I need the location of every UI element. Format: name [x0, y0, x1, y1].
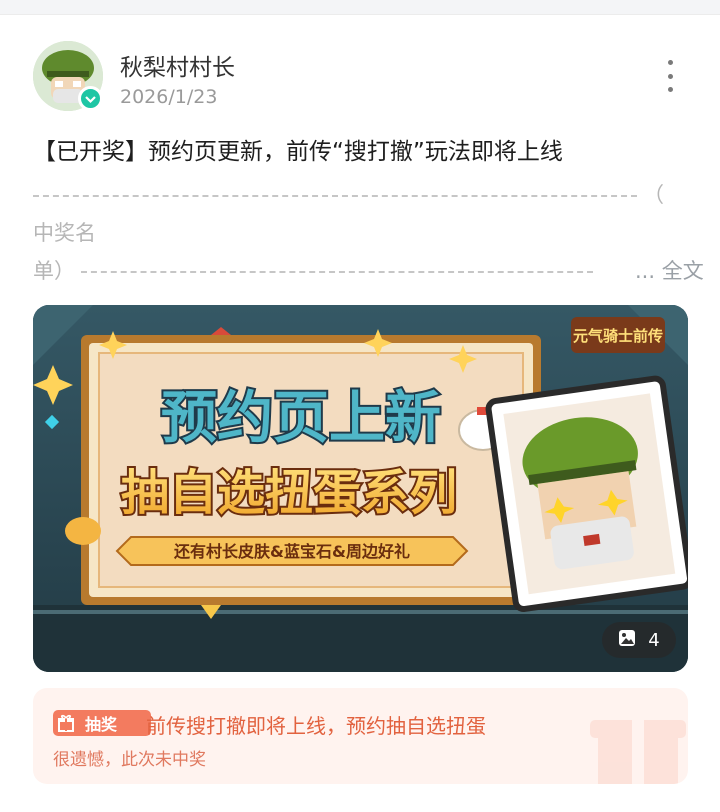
full-text-link[interactable]: ... 全文 [635, 252, 704, 290]
post-date: 2026/1/23 [120, 86, 218, 108]
top-divider [0, 0, 720, 15]
excerpt-text: （ [643, 183, 664, 207]
banner-ribbon: 还有村长皮肤&蓝宝石&周边好礼 [173, 542, 410, 561]
verified-icon [78, 86, 103, 111]
banner-headline: 预约页上新 [161, 386, 441, 451]
banner-logo: 元气骑士前传 [573, 327, 663, 345]
image-count: 4 [648, 629, 660, 651]
lottery-result-text: 很遗憾，此次未中奖 [53, 750, 206, 770]
post-title[interactable]: 【已开奖】预约页更新，前传“搜打撤”玩法即将上线 [33, 132, 563, 166]
lottery-tag: 抽奖 [53, 710, 151, 736]
image-count-badge[interactable]: 4 [602, 622, 676, 658]
gift-icon [578, 698, 688, 784]
gift-icon [53, 710, 79, 736]
dashed-divider [33, 195, 637, 197]
excerpt-text: 中奖名 [33, 221, 96, 245]
banner-subheadline: 抽自选扭蛋系列 [121, 465, 457, 521]
excerpt-text: 单） [33, 259, 75, 283]
dashed-divider [81, 271, 593, 273]
lottery-tag-label: 抽奖 [85, 715, 118, 734]
image-count-icon [618, 629, 636, 652]
author-name[interactable]: 秋梨村村长 [120, 48, 235, 82]
lottery-prize-text: 前传搜打撤即将上线，预约抽自选扭蛋 [146, 714, 486, 738]
post-banner-image[interactable]: 元气骑士前传 预约页上新 抽自选扭蛋系列 还有村长皮肤&蓝宝石&周边好礼 4 [33, 305, 688, 672]
more-icon[interactable] [660, 60, 680, 92]
lottery-card[interactable]: 抽奖 前传搜打撤即将上线，预约抽自选扭蛋 很遗憾，此次未中奖 [33, 688, 688, 784]
